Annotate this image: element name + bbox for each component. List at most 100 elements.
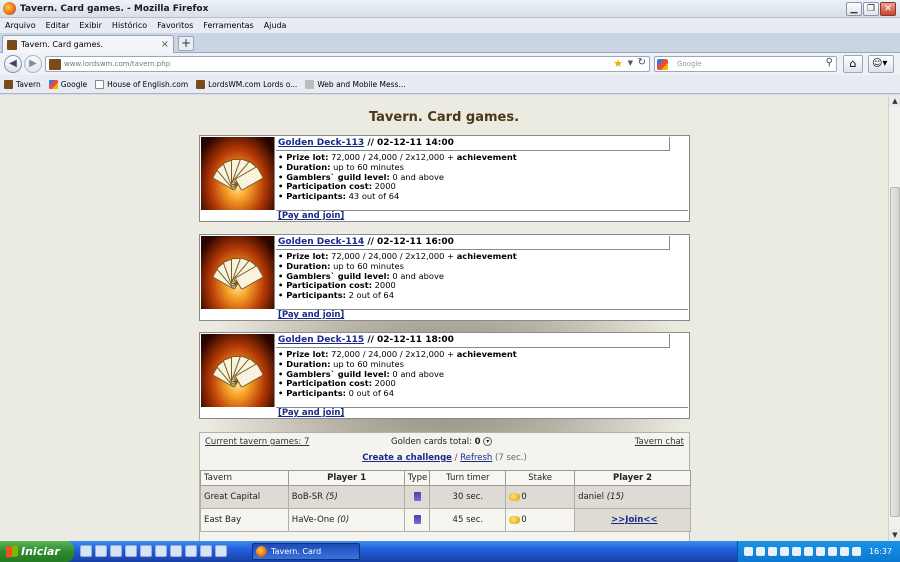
addon-button[interactable]: ☺▾ [868,55,894,73]
gold-coin-icon [509,515,521,524]
scrollbar-thumb[interactable] [890,187,900,517]
new-tab-button[interactable]: + [178,36,194,51]
quicklaunch-icon[interactable] [185,545,197,557]
tournament-details: Prize lot: 72,000 / 24,000 / 2x12,000 + … [278,152,517,202]
home-button[interactable]: ⌂ [843,55,863,73]
quicklaunch-icon[interactable] [200,545,212,557]
quicklaunch-icon[interactable] [125,545,137,557]
menu-ferramentas[interactable]: Ferramentas [203,21,253,30]
restore-button[interactable]: ❐ [863,2,879,16]
tab-close-icon[interactable]: × [161,39,169,50]
bookmark-lordswm[interactable]: LordsWM.com Lords o... [196,79,297,89]
menu-ajuda[interactable]: Ajuda [264,21,287,30]
tray-icon[interactable] [816,547,825,556]
pay-and-join-link[interactable]: [Pay and join] [278,211,344,221]
url-bar[interactable]: www.lordswm.com/tavern.php ★ ▼ ↻ [45,56,650,72]
bookmark-google[interactable]: Google [48,79,87,89]
refresh-timer: (7 sec.) [495,453,527,463]
bookmark-star-icon[interactable]: ★ [613,57,623,70]
google-icon[interactable] [657,59,668,70]
scroll-down-icon[interactable]: ▼ [889,529,900,541]
window-title: Tavern. Card games. - Mozilla Firefox [20,3,209,14]
timer-cell: 45 sec. [429,508,507,532]
reload-icon[interactable]: ↻ [638,57,646,68]
forward-button[interactable]: ▶ [24,55,42,73]
bookmark-house-of-english[interactable]: House of English.com [95,79,188,89]
tray-icon[interactable] [828,547,837,556]
pay-and-join-link[interactable]: [Pay and join] [278,310,344,320]
game-type-icon [413,492,421,501]
page-title: Tavern. Card games. [368,110,520,125]
vertical-scrollbar[interactable]: ▲ ▼ [888,95,900,541]
chevron-down-icon[interactable]: ▾ [483,437,493,446]
quicklaunch-icon[interactable] [155,545,167,557]
close-button[interactable]: ✕ [880,2,896,16]
create-challenge-link[interactable]: Create a challenge [362,453,452,463]
tournament-name-link[interactable]: Golden Deck-113 [278,138,364,148]
tray-icon[interactable] [768,547,777,556]
tavern-chat-link[interactable]: Tavern chat [635,437,684,447]
site-identity-icon[interactable] [49,59,61,70]
bookmarks-bar: Tavern Google House of English.com Lords… [0,75,900,94]
menu-arquivo[interactable]: Arquivo [5,21,36,30]
current-games-link[interactable]: Current tavern games: 7 [205,437,309,447]
tavern-cell: East Bay [200,508,289,532]
search-icon[interactable]: ⚲ [826,57,833,68]
menu-editar[interactable]: Editar [46,21,70,30]
tab-tavern[interactable]: Tavern. Card games. × [2,35,174,53]
quicklaunch-icon[interactable] [170,545,182,557]
pay-and-join-link[interactable]: [Pay and join] [278,408,344,418]
start-button[interactable]: Iniciar [0,541,74,562]
site-icon [196,79,206,89]
system-tray: 16:37 [737,541,900,562]
quicklaunch-icon[interactable] [80,545,92,557]
search-bar[interactable]: Google ⚲ [654,56,837,72]
messenger-icon [305,79,315,89]
tournament-name-link[interactable]: Golden Deck-115 [278,335,364,345]
window-titlebar: Tavern. Card games. - Mozilla Firefox ▁ … [0,0,900,18]
tournament-footer: [Pay and join] [276,407,688,418]
tournament-name-link[interactable]: Golden Deck-114 [278,237,364,247]
page-content: Tavern. Card games. Golden Deck-113 // 0… [0,95,888,541]
refresh-link[interactable]: Refresh [460,453,492,463]
tournament-footer: [Pay and join] [276,210,688,221]
tray-icon[interactable] [744,547,753,556]
games-table: Tavern Player 1 Type Turn timer Stake Pl… [200,470,691,532]
search-placeholder: Google [677,60,702,68]
url-dropdown-icon[interactable]: ▼ [628,59,633,67]
quick-launch [80,545,227,557]
quicklaunch-icon[interactable] [140,545,152,557]
bookmark-web-mobile[interactable]: Web and Mobile Mess... [305,79,406,89]
tournament-header: Golden Deck-115 // 02-12-11 18:00 [276,334,670,348]
timer-cell: 30 sec. [429,485,507,509]
quicklaunch-icon[interactable] [215,545,227,557]
tray-icon[interactable] [792,547,801,556]
quicklaunch-icon[interactable] [95,545,107,557]
player1-cell: BoB-SR (5) [287,485,406,509]
game-type-icon [413,515,421,524]
minimize-button[interactable]: ▁ [846,2,862,16]
player2-cell: daniel (15) [574,485,691,509]
tournament-header: Golden Deck-113 // 02-12-11 14:00 [276,137,670,151]
menu-historico[interactable]: Histórico [112,21,147,30]
back-button[interactable]: ◀ [4,55,22,73]
menu-favoritos[interactable]: Favoritos [157,21,193,30]
tray-icon[interactable] [804,547,813,556]
taskbar-firefox-window[interactable]: Tavern. Card games.... [252,543,360,560]
tournament-card: Golden Deck-114 // 02-12-11 16:00 Prize … [199,234,690,321]
tray-icon[interactable] [852,547,861,556]
column-header: Type [404,470,431,486]
bookmark-tavern[interactable]: Tavern [4,79,41,89]
clock[interactable]: 16:37 [869,541,892,562]
scroll-up-icon[interactable]: ▲ [889,95,900,107]
tray-icon[interactable] [780,547,789,556]
menu-exibir[interactable]: Exibir [79,21,102,30]
tavern-games-panel: Current tavern games: 7 Golden cards tot… [199,432,691,541]
quicklaunch-icon[interactable] [110,545,122,557]
tray-icon[interactable] [840,547,849,556]
join-game-link[interactable]: >>Join<< [578,515,657,525]
player1-cell: HaVe-One (0) [287,508,406,532]
column-header: Tavern [200,470,289,486]
tournament-footer: [Pay and join] [276,309,688,320]
tray-icon[interactable] [756,547,765,556]
